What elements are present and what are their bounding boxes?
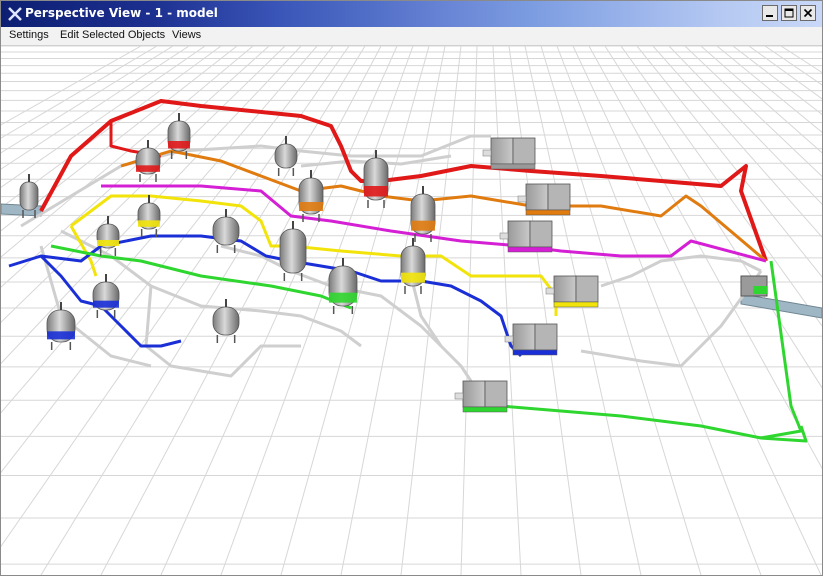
tank-band [136,165,160,172]
station-box [507,220,531,248]
tank-band [168,141,190,149]
station-box [575,275,599,303]
tank-band [329,292,357,303]
tank-band [401,272,425,283]
tank-yellow-small [137,195,161,237]
pipe-orange [120,149,767,263]
tank-band [411,220,435,231]
station-box [512,323,536,351]
menu-bar: Settings Edit Selected Objects Views [1,27,822,46]
station-feeder [504,335,514,343]
right-conveyor [740,293,822,319]
close-button[interactable] [800,5,816,21]
perspective-view-window: Perspective View - 1 - model Settings Ed… [0,0,823,576]
scene-canvas[interactable] [1,46,822,575]
minimize-button[interactable] [762,5,778,21]
station-base [512,349,558,356]
station-box [525,183,549,211]
tank-body [212,216,240,246]
window-title: Perspective View - 1 - model [25,6,218,20]
station-base [490,163,536,170]
station-box [529,220,553,248]
menu-settings[interactable]: Settings [9,29,49,41]
tank-band [93,300,119,308]
grid-line [492,46,522,575]
grid-line [1,46,174,154]
tank-body [279,228,307,274]
packing-station-3 [499,220,553,253]
station-feeder [517,195,527,203]
window-controls [762,5,816,21]
station-base [525,209,571,216]
grid-line [160,46,398,575]
menu-edit-selected-objects[interactable]: Edit Selected Objects [60,29,165,41]
pipe-gray [409,275,443,347]
tank-red-tall [363,150,389,208]
maximize-button[interactable] [781,5,797,21]
tank-band [138,220,160,227]
grid-line [508,46,582,575]
packing-station-4 [545,275,599,308]
app-x-icon [8,7,22,21]
grid-line [340,46,446,575]
menu-views[interactable]: Views [172,29,201,41]
floor-grid [1,46,822,575]
tank-band [364,186,388,197]
grid-line [540,46,702,575]
station-feeder [454,392,464,400]
station-box [553,275,577,303]
grid-line [1,46,190,170]
station-box [534,323,558,351]
station-base [462,406,508,413]
3d-viewport[interactable] [1,46,822,575]
station-box [512,137,536,165]
grid-line [280,46,430,575]
tank-body [212,306,240,336]
packing-station-6 [454,380,508,413]
packing-station-2 [517,183,571,216]
tank-band [299,202,323,211]
station-feeder [482,149,492,157]
tank-orange [298,170,324,222]
packing-station-5 [504,323,558,356]
grid-line [400,46,462,575]
station-box [547,183,571,211]
close-icon [803,8,813,18]
grid-line [524,46,642,575]
grid-line [1,46,318,414]
title-bar[interactable]: Perspective View - 1 - model [1,1,822,27]
mixer-tank [274,136,298,176]
grid-line [1,46,158,139]
station-box [484,380,508,408]
maximize-icon [784,8,794,18]
tank-body [274,143,298,169]
kettle-red [135,140,161,182]
pipe-gray [580,270,763,368]
station-feeder [545,287,555,295]
tank-band [97,240,119,246]
packing-station-1 [482,137,536,170]
tank-body [19,181,39,211]
minimize-icon [766,15,773,17]
station-base [553,301,599,308]
station-base [507,246,553,253]
tank-yellow-tall [400,238,426,294]
station-box [462,380,486,408]
station-box [490,137,514,165]
station-feeder [499,232,509,240]
end-of-line-machine [740,275,768,297]
machine-indicator [753,286,767,294]
grid-line [460,46,478,575]
tank-band [47,331,75,340]
grid-line [556,46,762,575]
